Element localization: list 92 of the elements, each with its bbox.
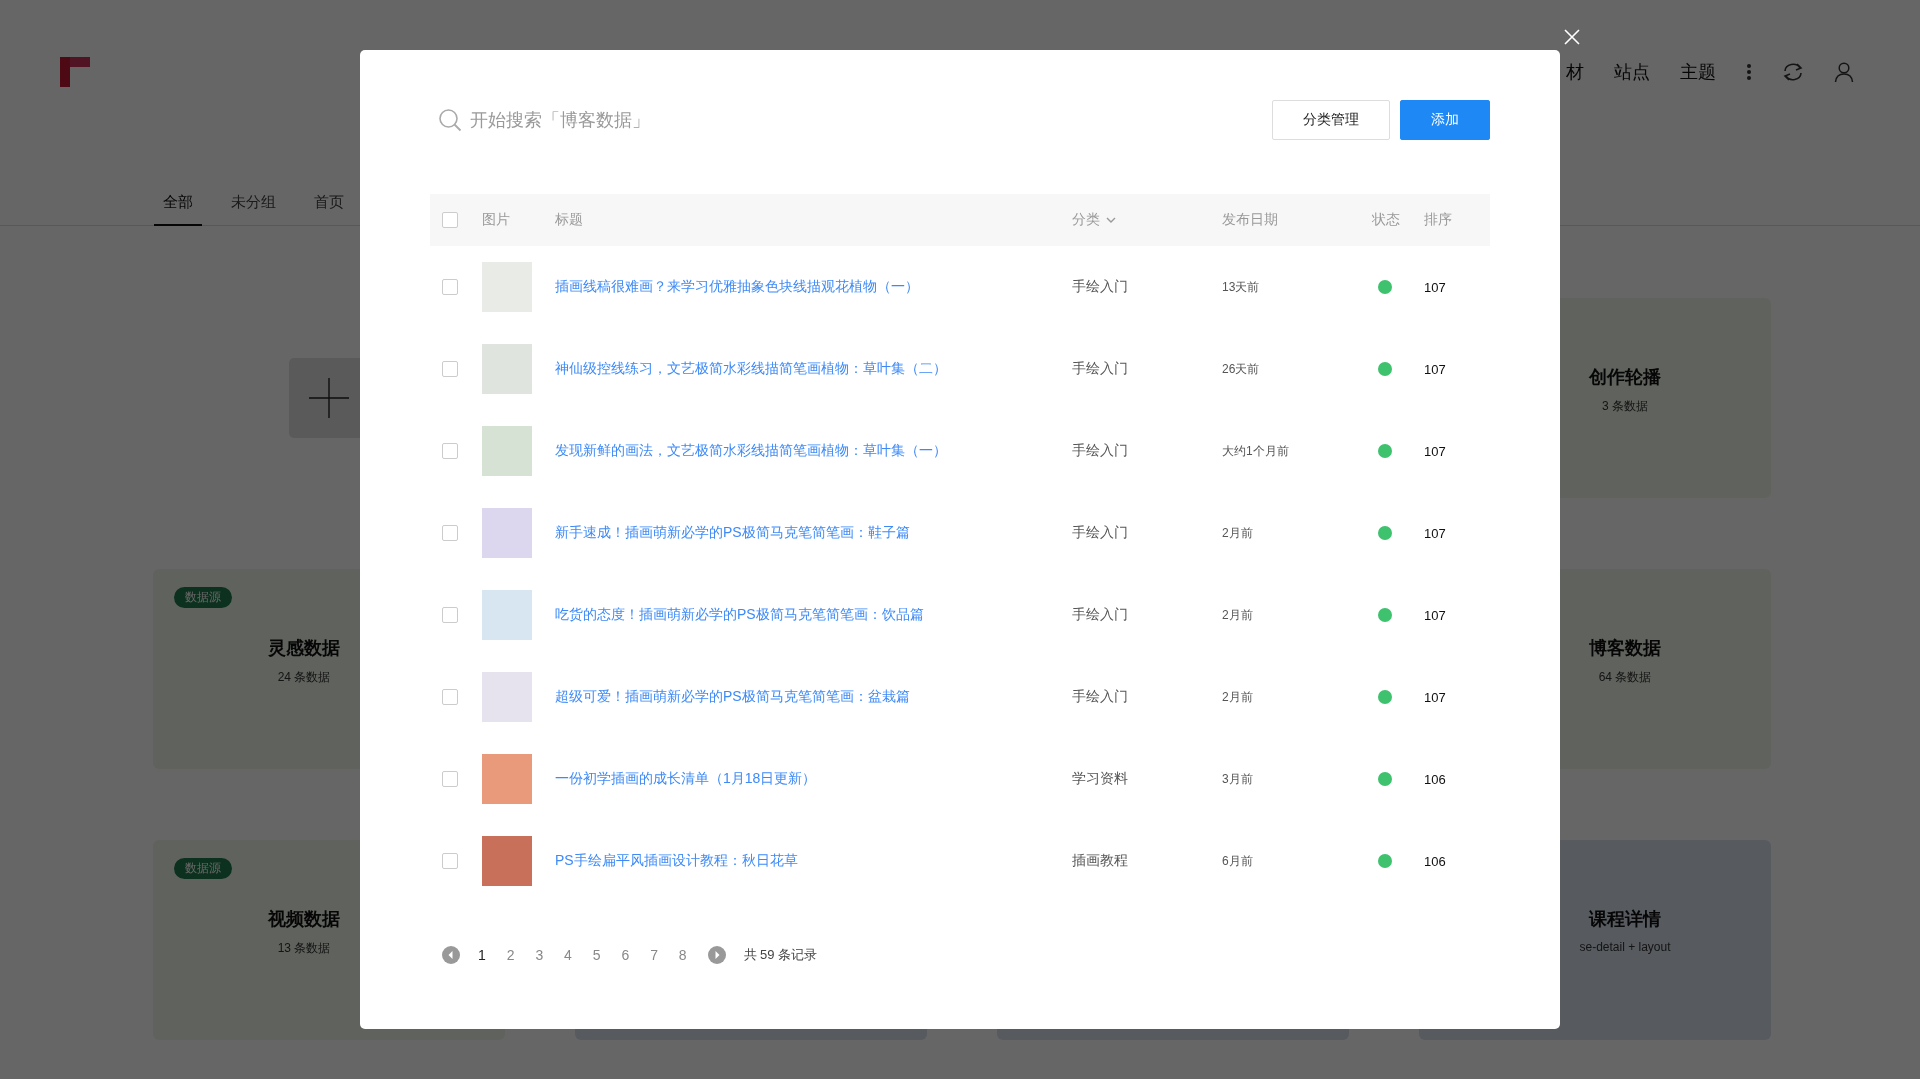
category-text: 插画教程 (1072, 852, 1128, 870)
category-text: 手绘入门 (1072, 360, 1128, 378)
card-title: 创作轮播 (1589, 366, 1661, 389)
photo-placeholder (482, 426, 532, 476)
checkbox[interactable] (442, 689, 458, 705)
tab[interactable]: 首页 (305, 180, 353, 226)
photo-placeholder (482, 262, 532, 312)
category-button[interactable]: 分类管理 (1272, 100, 1390, 140)
date-text: 26天前 (1222, 360, 1260, 378)
page-link[interactable]: 3 (535, 947, 565, 963)
page-link[interactable]: 6 (621, 947, 651, 963)
column-header: 图片 (482, 211, 510, 229)
date-text: 2月前 (1222, 688, 1253, 706)
add-button[interactable]: 添加 (1400, 100, 1490, 140)
order-number: 107 (1424, 361, 1446, 377)
photo-placeholder (482, 672, 532, 722)
source-badge: 数据源 (174, 587, 232, 608)
category-text: 手绘入门 (1072, 688, 1128, 706)
photo-placeholder (482, 836, 532, 886)
date-text: 6月前 (1222, 852, 1253, 870)
post-title-link[interactable]: 发现新鲜的画法，文艺极简水彩线描简笔画植物：草叶集（一） (555, 442, 947, 460)
card-subtitle: 13 条数据 (277, 940, 331, 957)
photo-placeholder (482, 508, 532, 558)
column-filter[interactable]: 分类 (1072, 211, 1116, 229)
card-title: 课程详情 (1589, 908, 1661, 931)
category-text: 学习资料 (1072, 770, 1128, 788)
column-header: 排序 (1424, 211, 1452, 229)
post-title-link[interactable]: 一份初学插画的成长清单（1月18日更新） (555, 770, 817, 788)
date-text: 13天前 (1222, 278, 1260, 296)
card-subtitle: 24 条数据 (277, 669, 331, 686)
search-icon (438, 108, 462, 132)
category-text: 手绘入门 (1072, 606, 1128, 624)
checkbox[interactable] (442, 771, 458, 787)
photo-placeholder (482, 590, 532, 640)
date-text: 2月前 (1222, 524, 1253, 542)
post-title-link[interactable]: 吃货的态度！插画萌新必学的PS极简马克笔简笔画：饮品篇 (555, 606, 924, 624)
checkbox[interactable] (442, 853, 458, 869)
date-text: 2月前 (1222, 606, 1253, 624)
card-subtitle: 64 条数据 (1598, 669, 1652, 686)
card-subtitle: se-detail + layout (1579, 940, 1671, 954)
refresh-icon[interactable] (1782, 62, 1804, 82)
page-link[interactable]: 4 (564, 947, 593, 963)
source-badge: 数据源 (174, 858, 232, 879)
user-icon[interactable] (1834, 62, 1854, 82)
close-icon[interactable] (1564, 29, 1580, 45)
order-number: 106 (1424, 853, 1446, 869)
order-number: 107 (1424, 279, 1446, 295)
category-text: 手绘入门 (1072, 278, 1128, 296)
category-text: 手绘入门 (1072, 524, 1128, 542)
column-header: 发布日期 (1222, 211, 1278, 229)
order-number: 106 (1424, 771, 1446, 787)
tab[interactable]: 全部 (154, 180, 202, 226)
date-text: 大约1个月前 (1222, 442, 1289, 460)
page-link[interactable]: 1 (478, 947, 507, 963)
tab[interactable]: 未分组 (222, 180, 285, 226)
logo-icon (60, 57, 90, 87)
checkbox[interactable] (442, 607, 458, 623)
post-title-link[interactable]: 神仙级控线练习，文艺极简水彩线描简笔画植物：草叶集（二） (555, 360, 947, 378)
checkbox[interactable] (442, 279, 458, 295)
checkbox[interactable] (442, 443, 458, 459)
page-link[interactable]: 2 (506, 947, 536, 963)
total-records: 共 59 条记录 (743, 946, 818, 964)
checkbox[interactable] (442, 361, 458, 377)
nav-link[interactable]: 材 (1566, 60, 1584, 84)
nav-link[interactable]: 主题 (1680, 60, 1716, 84)
page-link[interactable]: 7 (650, 947, 679, 963)
order-number: 107 (1424, 607, 1446, 623)
column-header: 标题 (555, 211, 583, 229)
post-title-link[interactable]: 插画线稿很难画？来学习优雅抽象色块线描观花植物（一） (555, 278, 919, 296)
date-text: 3月前 (1222, 770, 1253, 788)
more-icon[interactable] (1746, 63, 1752, 81)
next-page-icon[interactable] (707, 946, 726, 964)
photo-placeholder (482, 344, 532, 394)
previous-page-icon[interactable] (442, 946, 460, 964)
page-link[interactable]: 8 (678, 947, 708, 963)
order-number: 107 (1424, 443, 1446, 459)
post-title-link[interactable]: 新手速成！插画萌新必学的PS极简马克笔简笔画：鞋子篇 (555, 524, 910, 542)
page-link[interactable]: 5 (592, 947, 622, 963)
order-number: 107 (1424, 689, 1446, 705)
category-text: 手绘入门 (1072, 442, 1128, 460)
nav-link[interactable]: 站点 (1614, 60, 1650, 84)
card-title: 视频数据 (268, 908, 340, 931)
checkbox[interactable] (442, 212, 458, 228)
photo-placeholder (482, 754, 532, 804)
card-title: 灵感数据 (268, 637, 340, 660)
post-title-link[interactable]: PS手绘扁平风插画设计教程：秋日花草 (555, 852, 798, 870)
order-number: 107 (1424, 525, 1446, 541)
checkbox[interactable] (442, 525, 458, 541)
column-header: 状态 (1372, 211, 1400, 229)
post-title-link[interactable]: 超级可爱！插画萌新必学的PS极简马克笔简笔画：盆栽篇 (555, 688, 910, 706)
card-subtitle: 3 条数据 (1602, 398, 1648, 415)
card-title: 博客数据 (1589, 637, 1661, 660)
